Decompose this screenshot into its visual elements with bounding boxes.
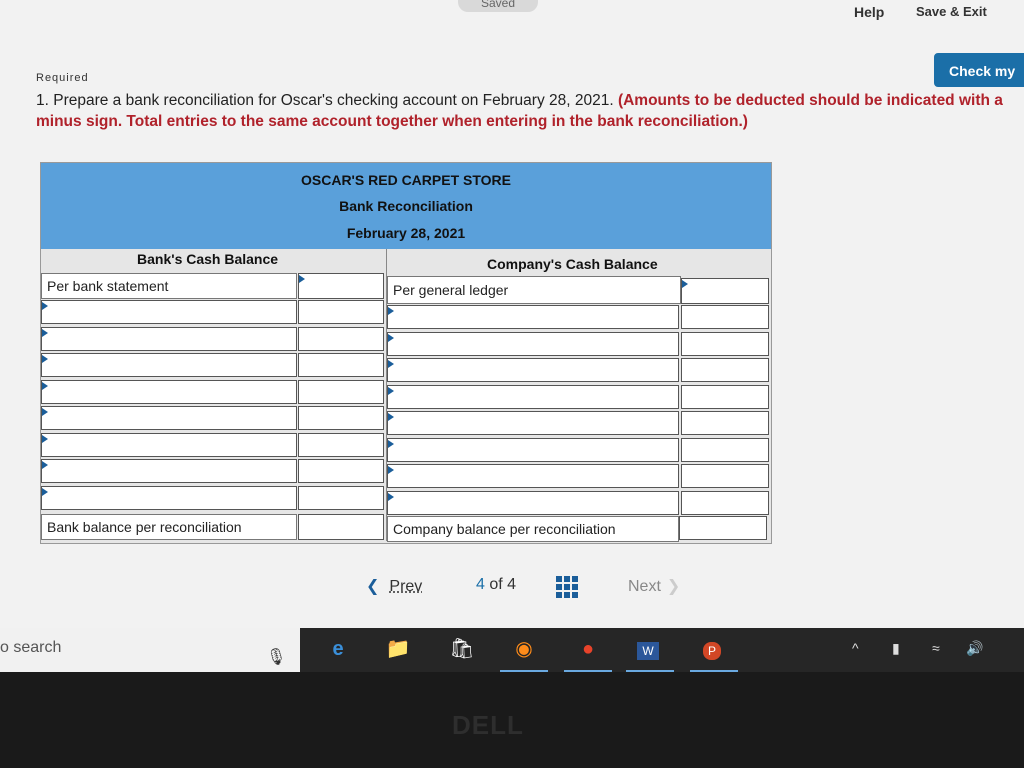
dropdown-arrow-icon	[42, 328, 48, 337]
dropdown-arrow-icon	[388, 333, 394, 342]
bank-cash-balance-heading: Bank's Cash Balance	[137, 251, 279, 267]
bank-adjustment-description-input[interactable]	[41, 326, 297, 351]
dropdown-arrow-icon	[388, 307, 394, 315]
dropdown-arrow-icon	[388, 413, 394, 421]
firefox-icon[interactable]: ◉	[508, 634, 540, 664]
bank-adjustment-description-input[interactable]	[41, 353, 297, 377]
battery-icon[interactable]: ▮	[892, 640, 900, 657]
company-adjustment-description-input[interactable]	[387, 331, 679, 356]
dropdown-arrow-icon	[388, 466, 394, 474]
dropdown-arrow-icon	[299, 275, 305, 283]
question-main: 1. Prepare a bank reconciliation for Osc…	[36, 92, 614, 109]
bank-adjustment-description-input[interactable]	[41, 300, 297, 324]
company-cash-balance-heading: Company's Cash Balance	[487, 256, 658, 272]
bank-adjustment-amount-input[interactable]	[298, 300, 384, 324]
dropdown-arrow-icon	[388, 492, 394, 501]
per-general-ledger-amount[interactable]	[681, 278, 769, 304]
company-adjustment-description-input[interactable]	[387, 490, 679, 515]
per-general-ledger-label: Per general ledger	[387, 276, 681, 304]
browser-viewport: Saved Help Save & Exit Check my Required…	[0, 0, 1024, 628]
dropdown-arrow-icon	[388, 439, 394, 448]
microphone-icon[interactable]: 🎙	[266, 638, 286, 678]
company-adjustment-description-input[interactable]	[387, 305, 679, 329]
bank-balance-total[interactable]	[298, 514, 384, 540]
requirement-label: Required	[36, 72, 89, 84]
bank-adjustment-description-input[interactable]	[41, 406, 297, 430]
company-adjustment-amount-input[interactable]	[681, 411, 769, 435]
company-adjustment-description-input[interactable]	[387, 464, 679, 488]
prev-button[interactable]: ❮ Prev	[366, 576, 422, 596]
per-bank-statement-label: Per bank statement	[41, 273, 297, 299]
page-indicator: 4 of 4	[476, 576, 517, 593]
check-my-work-button[interactable]: Check my	[934, 53, 1024, 87]
dropdown-arrow-icon	[42, 302, 48, 310]
saved-indicator: Saved	[458, 0, 538, 12]
bank-adjustment-amount-input[interactable]	[298, 353, 384, 377]
dropdown-arrow-icon	[388, 386, 394, 395]
bank-adjustment-amount-input[interactable]	[298, 459, 384, 483]
per-bank-statement-amount[interactable]	[298, 273, 384, 299]
cast-icon[interactable]: ●	[572, 634, 604, 664]
company-adjustment-amount-input[interactable]	[681, 331, 769, 356]
company-adjustment-amount-input[interactable]	[681, 437, 769, 462]
powerpoint-icon[interactable]: P	[696, 634, 728, 664]
company-name: OSCAR'S RED CARPET STORE	[41, 163, 771, 191]
company-adjustment-description-input[interactable]	[387, 411, 679, 435]
wifi-icon[interactable]: ≈	[932, 640, 940, 656]
bank-balance-per-reconciliation-label: Bank balance per reconciliation	[41, 514, 297, 540]
dropdown-arrow-icon	[42, 355, 48, 363]
company-adjustment-amount-input[interactable]	[681, 384, 769, 409]
dropdown-arrow-icon	[42, 381, 48, 390]
question-text: 1. Prepare a bank reconciliation for Osc…	[36, 90, 1024, 132]
save-exit-link[interactable]: Save & Exit	[916, 4, 987, 19]
dropdown-arrow-icon	[388, 360, 394, 368]
company-adjustment-description-input[interactable]	[387, 358, 679, 382]
dropdown-arrow-icon	[682, 280, 688, 288]
edge-icon[interactable]: e	[322, 634, 354, 664]
statement-title: Bank Reconciliation	[41, 191, 771, 219]
windows-taskbar: o search 🎙 e 📁 🛍 ◉ ● W P ^ ▮ ≈ 🔊	[0, 628, 1024, 672]
company-balance-per-reconciliation-label: Company balance per reconciliation	[387, 516, 679, 542]
bank-adjustment-description-input[interactable]	[41, 432, 297, 457]
dropdown-arrow-icon	[42, 434, 48, 443]
chevron-up-icon[interactable]: ^	[852, 640, 859, 656]
company-adjustment-description-input[interactable]	[387, 437, 679, 462]
word-icon[interactable]: W	[632, 634, 664, 664]
volume-icon[interactable]: 🔊	[966, 640, 983, 657]
bank-adjustment-amount-input[interactable]	[298, 326, 384, 351]
bank-adjustment-amount-input[interactable]	[298, 406, 384, 430]
bank-adjustment-amount-input[interactable]	[298, 485, 384, 510]
file-explorer-icon[interactable]: 📁	[382, 634, 414, 664]
bank-adjustment-description-input[interactable]	[41, 485, 297, 510]
bank-adjustment-description-input[interactable]	[41, 379, 297, 404]
help-link[interactable]: Help	[854, 4, 884, 20]
bank-adjustment-amount-input[interactable]	[298, 379, 384, 404]
statement-date: February 28, 2021	[41, 219, 771, 249]
company-adjustment-description-input[interactable]	[387, 384, 679, 409]
store-icon[interactable]: 🛍	[446, 634, 478, 664]
company-adjustment-amount-input[interactable]	[681, 490, 769, 515]
company-balance-total[interactable]	[679, 516, 767, 540]
company-adjustment-amount-input[interactable]	[681, 305, 769, 329]
bank-reconciliation-table: OSCAR'S RED CARPET STORE Bank Reconcilia…	[40, 162, 772, 544]
chevron-right-icon: ❯	[666, 578, 681, 595]
bank-adjustment-amount-input[interactable]	[298, 432, 384, 457]
monitor-logo: DELL	[452, 710, 524, 740]
company-adjustment-amount-input[interactable]	[681, 464, 769, 488]
chevron-left-icon: ❮	[366, 578, 380, 595]
question-grid-icon[interactable]	[556, 576, 578, 598]
bank-adjustment-description-input[interactable]	[41, 459, 297, 483]
dropdown-arrow-icon	[42, 461, 48, 469]
taskbar-search-input[interactable]: o search 🎙	[0, 628, 300, 672]
dropdown-arrow-icon	[42, 487, 48, 496]
company-adjustment-amount-input[interactable]	[681, 358, 769, 382]
next-button[interactable]: Next ❯	[628, 576, 680, 596]
dropdown-arrow-icon	[42, 408, 48, 416]
